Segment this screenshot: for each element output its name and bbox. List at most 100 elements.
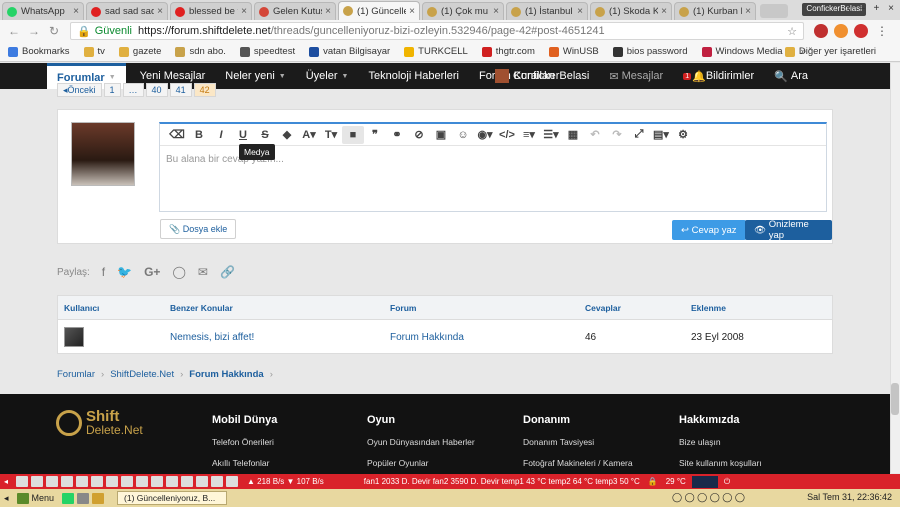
lock-icon[interactable]: 🔒	[648, 477, 658, 486]
code-icon[interactable]: </>	[496, 126, 518, 144]
back-icon[interactable]: ←	[6, 24, 22, 38]
site-logo[interactable]: Shift Delete.Net	[56, 409, 143, 436]
link-icon[interactable]: ⚭	[386, 126, 408, 144]
bookmark-item[interactable]: sdn abo.	[175, 46, 226, 57]
footer-link[interactable]: Bize ulaşın	[679, 437, 762, 447]
redo-icon[interactable]: ↷	[606, 126, 628, 144]
footer-link[interactable]: Akıllı Telefonlar	[212, 458, 277, 468]
close-tab-icon[interactable]: ×	[157, 6, 163, 17]
launcher-icon[interactable]	[91, 476, 104, 487]
bookmark-item[interactable]: tv	[83, 46, 105, 57]
pager-ellipsis[interactable]: …	[122, 83, 144, 97]
launcher-icon[interactable]	[181, 476, 194, 487]
nav-yeni-mesajlar[interactable]: Yeni Mesajlar	[140, 70, 206, 82]
italic-icon[interactable]: I	[210, 126, 232, 144]
bookmark-item[interactable]: thgtr.com	[481, 46, 535, 57]
close-tab-icon[interactable]: ×	[409, 6, 415, 17]
browser-tab[interactable]: blessed be t ×	[170, 2, 252, 20]
bookmark-item[interactable]: WinUSB	[548, 46, 599, 57]
browser-tab[interactable]: WhatsApp ×	[2, 2, 84, 20]
menu-button[interactable]: Menu	[16, 492, 54, 504]
email-icon[interactable]: ✉	[198, 265, 208, 279]
footer-link[interactable]: Telefon Önerileri	[212, 437, 277, 447]
footer-link[interactable]: Site kullanım koşulları	[679, 458, 762, 468]
font-size-icon[interactable]: A▾	[298, 126, 320, 144]
avatar[interactable]	[64, 327, 84, 347]
forward-icon[interactable]: →	[26, 24, 42, 38]
fullscreen-icon[interactable]: ⤢	[628, 126, 650, 144]
smilie-icon[interactable]: ☺	[452, 126, 474, 144]
close-tab-icon[interactable]: ×	[577, 6, 583, 17]
bookmark-star-icon[interactable]: ☆	[787, 25, 797, 38]
menu-kebab-icon[interactable]: ⋮	[874, 24, 890, 38]
launcher-icon[interactable]	[121, 476, 134, 487]
url-input[interactable]: 🔒 Güvenli https://forum.shiftdelete.net …	[70, 22, 804, 40]
browser-tab[interactable]: (1) Kurban B ×	[674, 2, 756, 20]
launcher-icon[interactable]	[211, 476, 224, 487]
window-controls[interactable]: ‹ – + ×	[847, 3, 897, 14]
whatsapp-icon[interactable]: ◯	[172, 265, 185, 279]
launcher-icon[interactable]	[151, 476, 164, 487]
clock[interactable]: Sal Tem 31, 22:36:42	[807, 492, 892, 502]
preview-button[interactable]: 👁 Önizleme yap	[745, 219, 832, 241]
new-tab-button[interactable]	[760, 4, 788, 18]
reply-button[interactable]: ↩ Cevap yaz	[672, 220, 746, 240]
power-icon[interactable]: ⏻	[724, 477, 730, 487]
table-icon[interactable]: ▦	[562, 126, 584, 144]
pager-page[interactable]: 41	[169, 83, 192, 97]
drafts-icon[interactable]: ▤▾	[650, 126, 672, 144]
close-tab-icon[interactable]: ×	[73, 6, 79, 17]
tray-icons[interactable]: ◯ ◯ ◯ ◯ ◯ ◯	[672, 492, 745, 503]
close-tab-icon[interactable]: ×	[745, 6, 751, 17]
launcher-icon[interactable]	[226, 476, 239, 487]
notifications-link[interactable]: 1 🔔 Bildirimler	[683, 70, 754, 83]
attach-file-button[interactable]: 📎 Dosya ekle	[160, 219, 237, 239]
nav-uyeler[interactable]: Üyeler ▼	[306, 70, 349, 82]
bold-icon[interactable]: B	[188, 126, 210, 144]
bookmark-item[interactable]: vatan Bilgisayar	[309, 46, 390, 57]
nav-neler-yeni[interactable]: Neler yeni ▼	[225, 70, 285, 82]
extension-icon[interactable]	[834, 24, 848, 38]
google-plus-icon[interactable]: G+	[144, 265, 160, 279]
close-tab-icon[interactable]: ×	[325, 6, 331, 17]
launcher-icon[interactable]	[166, 476, 179, 487]
pager-page[interactable]: 40	[145, 83, 168, 97]
bookmark-item[interactable]: speedtest	[239, 46, 295, 57]
browser-tab[interactable]: (1) Çok mu t ×	[422, 2, 504, 20]
strikethrough-icon[interactable]: S	[254, 126, 276, 144]
twitter-icon[interactable]: 🐦	[117, 265, 132, 279]
text-color-icon[interactable]: ◆	[276, 126, 298, 144]
scrollbar-thumb[interactable]	[891, 383, 899, 415]
quote-icon[interactable]: ❞	[364, 126, 386, 144]
extension-icon[interactable]	[814, 24, 828, 38]
footer-link[interactable]: Donanım Tavsiyesi	[523, 437, 633, 447]
font-family-icon[interactable]: T▾	[320, 126, 342, 144]
taskbar-window-button[interactable]: (1) Güncelleniyoruz, B...	[117, 491, 228, 505]
footer-link[interactable]: Oyun Dünyasından Haberler	[367, 437, 475, 447]
thread-link[interactable]: Nemesis, bizi affet!	[170, 332, 254, 343]
close-tab-icon[interactable]: ×	[241, 6, 247, 17]
breadcrumb-item[interactable]: Forum Hakkında	[189, 369, 263, 380]
launcher-icon[interactable]	[106, 476, 119, 487]
search-link[interactable]: 🔍 Ara	[774, 70, 808, 83]
undo-icon[interactable]: ↶	[584, 126, 606, 144]
other-bookmarks[interactable]: Diğer yer işaretleri	[784, 46, 876, 57]
bookmark-item[interactable]: Bookmarks	[8, 46, 70, 57]
footer-link[interactable]: Popüler Oyunlar	[367, 458, 475, 468]
account-menu[interactable]: ConfickerBelasi	[494, 69, 589, 83]
browser-tab[interactable]: (1) Güncelle ×	[338, 1, 420, 20]
browser-tab[interactable]: (1) Skoda K ×	[590, 2, 672, 20]
breadcrumb-item[interactable]: ShiftDelete.Net	[110, 369, 174, 380]
image-icon[interactable]: ▣	[430, 126, 452, 144]
pager-page[interactable]: 1	[103, 83, 121, 97]
settings-icon[interactable]: ⚙	[672, 126, 694, 144]
bookmark-item[interactable]: TURKCELL	[404, 46, 468, 57]
browser-tab[interactable]: sad sad sad ×	[86, 2, 168, 20]
launcher-icon[interactable]	[196, 476, 209, 487]
reload-icon[interactable]: ↻	[46, 24, 62, 38]
spoiler-icon[interactable]: ◉▾	[474, 126, 496, 144]
bookmark-item[interactable]: bios password	[612, 46, 688, 57]
link-icon[interactable]: 🔗	[220, 265, 235, 279]
media-icon[interactable]: ■	[342, 125, 364, 144]
align-icon[interactable]: ≡▾	[518, 126, 540, 144]
